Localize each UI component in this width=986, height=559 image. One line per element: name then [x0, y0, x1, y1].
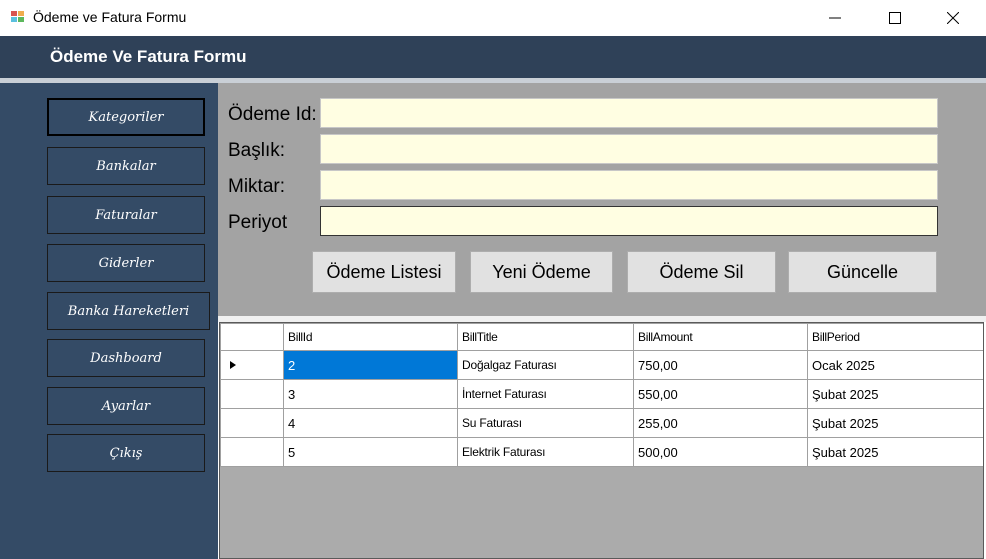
table-row[interactable]: 4 Su Faturası 255,00 Şubat 2025 — [220, 408, 983, 438]
cell-billid[interactable]: 5 — [283, 437, 458, 467]
cell-billperiod[interactable]: Şubat 2025 — [807, 408, 983, 438]
cell-billtitle[interactable]: Doğalgaz Faturası — [457, 350, 634, 380]
column-header-billid[interactable]: BillId — [283, 323, 458, 351]
cell-billtitle[interactable]: İnternet Faturası — [457, 379, 634, 409]
payment-id-input[interactable] — [320, 98, 938, 128]
cell-billamount[interactable]: 750,00 — [633, 350, 808, 380]
amount-input[interactable] — [320, 170, 938, 200]
cell-billperiod[interactable]: Şubat 2025 — [807, 437, 983, 467]
sidebar-item-kategoriler[interactable]: Kategoriler — [47, 98, 205, 136]
window-title: Ödeme ve Fatura Formu — [33, 9, 187, 25]
app-header: Ödeme Ve Fatura Formu — [0, 36, 986, 78]
sidebar-item-banka-hareketleri[interactable]: Banka Hareketleri — [47, 292, 210, 330]
cell-billamount[interactable]: 550,00 — [633, 379, 808, 409]
period-label: Periyot — [228, 212, 288, 233]
delete-payment-button[interactable]: Ödeme Sil — [627, 251, 776, 293]
minimize-button[interactable] — [812, 0, 858, 36]
amount-label: Miktar: — [228, 176, 285, 197]
table-row[interactable]: 2 Doğalgaz Faturası 750,00 Ocak 2025 — [220, 350, 983, 380]
sidebar-item-cikis[interactable]: Çıkış — [47, 434, 205, 472]
new-payment-button[interactable]: Yeni Ödeme — [470, 251, 613, 293]
cell-billid[interactable]: 4 — [283, 408, 458, 438]
current-row-arrow-icon — [230, 360, 236, 369]
cell-billamount[interactable]: 255,00 — [633, 408, 808, 438]
cell-billtitle[interactable]: Elektrik Faturası — [457, 437, 634, 467]
window-titlebar: Ödeme ve Fatura Formu — [0, 0, 986, 36]
payment-id-label: Ödeme Id: — [228, 104, 317, 125]
cell-billamount[interactable]: 500,00 — [633, 437, 808, 467]
title-label: Başlık: — [228, 140, 286, 161]
close-icon — [947, 12, 959, 24]
sidebar-item-bankalar[interactable]: Bankalar — [47, 147, 205, 185]
row-selector[interactable] — [220, 350, 284, 380]
period-input[interactable] — [320, 206, 938, 236]
payment-form: Ödeme Id: Başlık: Miktar: Periyot Ödeme … — [218, 83, 986, 316]
bills-grid[interactable]: BillId BillTitle BillAmount BillPeriod 2… — [219, 322, 984, 559]
sidebar-item-giderler[interactable]: Giderler — [47, 244, 205, 282]
update-button[interactable]: Güncelle — [788, 251, 937, 293]
cell-billperiod[interactable]: Şubat 2025 — [807, 379, 983, 409]
page-title: Ödeme Ve Fatura Formu — [50, 47, 247, 66]
minimize-icon — [829, 17, 841, 19]
sidebar: Kategoriler Bankalar Faturalar Giderler … — [0, 83, 218, 559]
cell-billperiod[interactable]: Ocak 2025 — [807, 350, 983, 380]
row-selector[interactable] — [220, 408, 284, 438]
sidebar-item-ayarlar[interactable]: Ayarlar — [47, 387, 205, 425]
column-header-billperiod[interactable]: BillPeriod — [807, 323, 983, 351]
bills-table: BillId BillTitle BillAmount BillPeriod 2… — [220, 323, 983, 467]
table-row[interactable]: 5 Elektrik Faturası 500,00 Şubat 2025 — [220, 437, 983, 467]
maximize-icon — [889, 12, 901, 24]
table-header-row: BillId BillTitle BillAmount BillPeriod — [220, 323, 983, 351]
cell-billid[interactable]: 3 — [283, 379, 458, 409]
table-row[interactable]: 3 İnternet Faturası 550,00 Şubat 2025 — [220, 379, 983, 409]
row-selector[interactable] — [220, 379, 284, 409]
column-header-billtitle[interactable]: BillTitle — [457, 323, 634, 351]
column-header-billamount[interactable]: BillAmount — [633, 323, 808, 351]
app-icon — [10, 9, 26, 25]
sidebar-item-dashboard[interactable]: Dashboard — [47, 339, 205, 377]
row-selector[interactable] — [220, 437, 284, 467]
cell-billtitle[interactable]: Su Faturası — [457, 408, 634, 438]
payment-list-button[interactable]: Ödeme Listesi — [312, 251, 456, 293]
maximize-button[interactable] — [872, 0, 918, 36]
title-input[interactable] — [320, 134, 938, 164]
close-button[interactable] — [930, 0, 976, 36]
cell-billid[interactable]: 2 — [283, 350, 458, 380]
sidebar-item-faturalar[interactable]: Faturalar — [47, 196, 205, 234]
row-header-corner[interactable] — [220, 323, 284, 351]
